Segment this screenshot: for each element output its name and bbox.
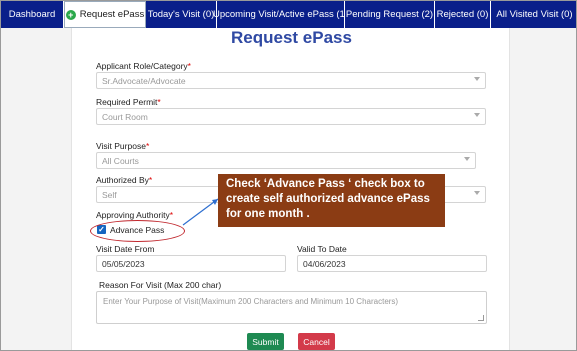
tab-request-epass[interactable]: + Request ePass (64, 1, 146, 28)
required-marker: * (169, 210, 174, 220)
select-value: All Courts (102, 156, 139, 166)
tab-upcoming-visit[interactable]: Upcoming Visit/Active ePass (1) (213, 1, 348, 28)
approving-authority-label: Approving Authority* (96, 210, 173, 220)
select-value: Self (102, 190, 117, 200)
chevron-down-icon (474, 113, 480, 117)
required-marker: * (187, 61, 191, 71)
plus-circle-icon: + (65, 9, 76, 20)
tab-label: Upcoming Visit/Active ePass (1) (213, 9, 348, 20)
tab-dashboard[interactable]: Dashboard (1, 1, 64, 28)
cancel-button[interactable]: Cancel (298, 333, 335, 350)
visit-purpose-label: Visit Purpose* (96, 141, 149, 151)
label-text: Approving Authority (96, 210, 170, 220)
chevron-down-icon (464, 157, 470, 161)
required-marker: * (157, 97, 161, 107)
required-permit-select[interactable]: Court Room (96, 108, 486, 125)
tab-label: Today's Visit (0) (147, 9, 215, 20)
required-marker: * (148, 175, 153, 185)
left-margin (1, 28, 71, 350)
tab-label: Request ePass (79, 9, 145, 20)
chevron-down-icon (474, 191, 480, 195)
select-value: Sr.Advocate/Advocate (102, 76, 186, 86)
reason-for-visit-textarea[interactable]: Enter Your Purpose of Visit(Maximum 200 … (96, 291, 487, 324)
visit-purpose-select[interactable]: All Courts (96, 152, 476, 169)
tab-label: Pending Request (2) (345, 9, 434, 20)
authorized-by-label: Authorized By* (96, 175, 152, 185)
page-title: Request ePass (231, 28, 352, 47)
label-text: Applicant Role/Category (96, 61, 188, 71)
visit-date-from-input[interactable]: 05/05/2023 (96, 255, 286, 272)
submit-button[interactable]: Submit (247, 333, 284, 350)
tab-all-visited-visit[interactable]: All Visited Visit (0) (491, 1, 576, 28)
tab-rejected[interactable]: Rejected (0) (435, 1, 491, 28)
resize-grip-icon[interactable] (478, 315, 484, 321)
right-margin (510, 28, 576, 350)
required-marker: * (145, 141, 150, 151)
required-permit-label: Required Permit* (96, 97, 161, 107)
nav-tabs: Dashboard + Request ePass Today's Visit (… (1, 1, 576, 28)
tab-label: All Visited Visit (0) (496, 9, 573, 20)
label-text: Visit Purpose (96, 141, 146, 151)
annotation-callout: Check ‘Advance Pass ‘ check box to creat… (218, 174, 445, 227)
tab-todays-visit[interactable]: Today's Visit (0) (146, 1, 217, 28)
highlight-oval (90, 220, 185, 242)
chevron-down-icon (474, 77, 480, 81)
tab-pending-request[interactable]: Pending Request (2) (345, 1, 435, 28)
select-value: Court Room (102, 112, 148, 122)
valid-to-date-label: Valid To Date (297, 244, 347, 254)
screenshot-frame: Dashboard + Request ePass Today's Visit (… (0, 0, 577, 351)
label-text: Required Permit (96, 97, 158, 107)
applicant-role-select[interactable]: Sr.Advocate/Advocate (96, 72, 486, 89)
reason-for-visit-label: Reason For Visit (Max 200 char) (99, 280, 222, 290)
applicant-role-label: Applicant Role/Category* (96, 61, 191, 71)
tab-label: Dashboard (8, 9, 56, 20)
valid-to-date-input[interactable]: 04/06/2023 (297, 255, 487, 272)
placeholder-text: Enter Your Purpose of Visit(Maximum 200 … (103, 297, 399, 306)
tab-label: Rejected (0) (436, 9, 489, 20)
visit-date-from-label: Visit Date From (96, 244, 155, 254)
label-text: Authorized By (96, 175, 149, 185)
